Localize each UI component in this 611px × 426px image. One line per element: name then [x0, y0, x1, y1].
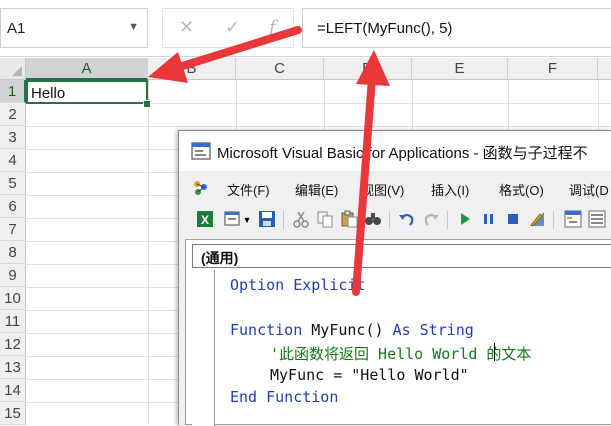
- project-explorer-icon[interactable]: [563, 210, 583, 230]
- function-name: MyFunc(): [302, 321, 393, 339]
- name-box-value: A1: [7, 20, 26, 37]
- paste-icon[interactable]: [339, 210, 359, 230]
- find-icon[interactable]: [363, 210, 383, 230]
- row-header-8[interactable]: 8: [0, 241, 26, 264]
- redo-icon[interactable]: [421, 210, 441, 230]
- row-header-13[interactable]: 13: [0, 356, 26, 379]
- cell-a1-value: Hello: [31, 85, 66, 102]
- row-header-1[interactable]: 1: [0, 80, 26, 103]
- chevron-down-icon[interactable]: ▼: [128, 21, 139, 33]
- keyword-as-string: As String: [392, 321, 474, 339]
- svg-text:X: X: [201, 213, 209, 227]
- cell-a1[interactable]: Hello: [26, 80, 148, 104]
- name-box[interactable]: A1 ▼: [0, 8, 148, 48]
- copy-icon[interactable]: [315, 210, 335, 230]
- select-all-corner[interactable]: [0, 58, 26, 80]
- code-line-5: MyFunc = "Hello World": [270, 366, 469, 384]
- vba-editor-window: Microsoft Visual Basic for Applications …: [178, 130, 611, 426]
- select-all-icon: [12, 66, 22, 76]
- column-header-d[interactable]: D: [324, 58, 412, 80]
- toolbar-separator: [553, 211, 554, 229]
- formula-buttons: ✕ ✓ f: [162, 8, 294, 48]
- object-dropdown[interactable]: (通用): [192, 244, 611, 268]
- insert-userform-icon[interactable]: [223, 210, 243, 230]
- row-header-3[interactable]: 3: [0, 126, 26, 149]
- fill-handle[interactable]: [143, 100, 151, 108]
- object-dropdown-value: (通用): [201, 250, 239, 266]
- view-excel-icon[interactable]: X: [195, 210, 215, 230]
- vba-toolbar: X ▼: [179, 205, 611, 235]
- enter-icon[interactable]: ✓: [225, 17, 240, 38]
- properties-window-icon[interactable]: [587, 210, 607, 230]
- formula-bar: A1 ▼ ✕ ✓ f =LEFT(MyFunc(), 5): [0, 0, 611, 57]
- vba-project-icon[interactable]: [191, 178, 211, 203]
- vba-title-bar[interactable]: Microsoft Visual Basic for Applications …: [179, 131, 611, 171]
- row-header-5[interactable]: 5: [0, 172, 26, 195]
- vba-app-icon: [191, 142, 211, 160]
- row-header-10[interactable]: 10: [0, 287, 26, 310]
- cancel-icon[interactable]: ✕: [179, 17, 194, 38]
- menu-view[interactable]: 视图(V): [361, 180, 404, 199]
- insert-function-icon[interactable]: f: [269, 17, 276, 38]
- toolbar-separator: [283, 211, 284, 229]
- row-header-11[interactable]: 11: [0, 310, 26, 333]
- toolbar-separator: [389, 211, 390, 229]
- text-caret: [494, 343, 495, 361]
- save-icon[interactable]: [257, 210, 277, 230]
- column-header-e[interactable]: E: [412, 58, 508, 80]
- vba-menu-bar: 文件(F) 编辑(E) 视图(V) 插入(I) 格式(O) 调试(D: [179, 173, 611, 203]
- column-header-a[interactable]: A: [26, 58, 148, 80]
- row-header-6[interactable]: 6: [0, 195, 26, 218]
- run-icon[interactable]: [455, 210, 475, 230]
- grid-line: [26, 126, 611, 127]
- vba-window-title: Microsoft Visual Basic for Applications …: [217, 145, 588, 162]
- menu-format[interactable]: 格式(O): [499, 180, 544, 199]
- formula-text: =LEFT(MyFunc(), 5): [317, 20, 453, 37]
- code-line-3: Function MyFunc() As String: [230, 321, 474, 339]
- row-header-7[interactable]: 7: [0, 218, 26, 241]
- row-header-9[interactable]: 9: [0, 264, 26, 287]
- formula-input[interactable]: =LEFT(MyFunc(), 5): [302, 8, 611, 48]
- code-line-6: End Function: [230, 388, 339, 406]
- code-line-1: Option Explicit: [230, 276, 366, 294]
- row-header-2[interactable]: 2: [0, 103, 26, 126]
- row-header-15[interactable]: 15: [0, 402, 26, 425]
- menu-debug[interactable]: 调试(D: [569, 180, 609, 199]
- reset-icon[interactable]: [503, 210, 523, 230]
- toolbar-separator: [447, 211, 448, 229]
- row-header-12[interactable]: 12: [0, 333, 26, 356]
- design-mode-icon[interactable]: [527, 210, 547, 230]
- column-header-f[interactable]: F: [508, 58, 598, 80]
- cut-icon[interactable]: [291, 210, 311, 230]
- menu-file[interactable]: 文件(F): [227, 180, 270, 199]
- chevron-down-icon[interactable]: ▼: [241, 210, 253, 230]
- code-window: (通用) Option Explicit Function MyFunc() A…: [185, 239, 611, 426]
- code-comment: '此函数将返回 Hello World 的文本: [270, 345, 532, 363]
- code-margin[interactable]: [192, 270, 215, 426]
- menu-insert[interactable]: 插入(I): [431, 180, 469, 199]
- row-header-4[interactable]: 4: [0, 149, 26, 172]
- column-header-c[interactable]: C: [236, 58, 324, 80]
- menu-edit[interactable]: 编辑(E): [295, 180, 338, 199]
- grid-line: [148, 80, 149, 424]
- keyword-function: Function: [230, 321, 303, 339]
- row-header-14[interactable]: 14: [0, 379, 26, 402]
- column-header-b[interactable]: B: [148, 58, 236, 80]
- pause-icon[interactable]: [479, 210, 499, 230]
- code-editor[interactable]: Option Explicit Function MyFunc() As Str…: [192, 270, 611, 426]
- column-header-g[interactable]: [598, 58, 611, 80]
- undo-icon[interactable]: [397, 210, 417, 230]
